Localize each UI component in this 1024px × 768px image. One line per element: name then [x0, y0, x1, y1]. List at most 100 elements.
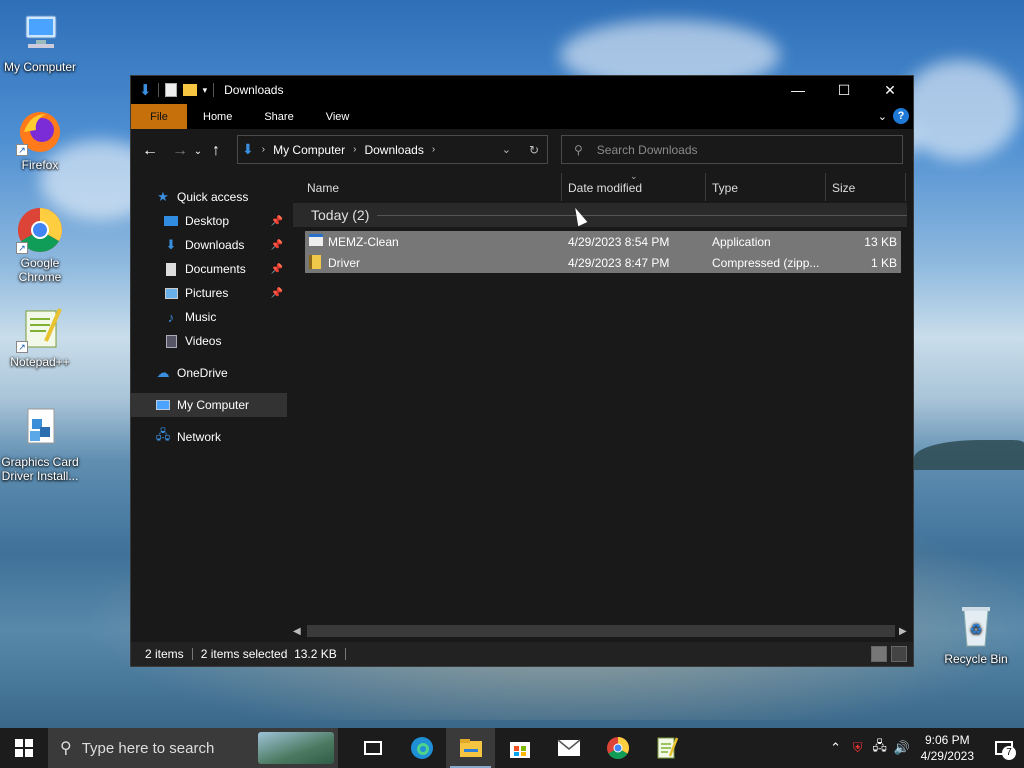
- column-divider[interactable]: [905, 173, 906, 201]
- breadcrumb-my-computer[interactable]: My Computer: [273, 143, 345, 157]
- system-tray: ⌃ ⛨ 🖧 🔊 9:06 PM 4/29/2023 7: [825, 728, 1024, 768]
- taskbar-file-explorer[interactable]: [446, 728, 495, 768]
- nav-item-documents[interactable]: Documents 📌: [131, 257, 287, 281]
- nav-item-onedrive[interactable]: ☁ OneDrive: [131, 361, 287, 385]
- tab-view[interactable]: View: [310, 104, 366, 129]
- notification-count-badge: 7: [1002, 746, 1016, 760]
- file-explorer-icon: [459, 739, 482, 757]
- taskbar-notepadpp[interactable]: [642, 728, 691, 768]
- nav-item-desktop[interactable]: Desktop 📌: [131, 209, 287, 233]
- desktop-icon-chrome[interactable]: ↗ Google Chrome: [0, 206, 80, 284]
- large-icons-view-button[interactable]: [891, 646, 907, 662]
- details-view-button[interactable]: [871, 646, 887, 662]
- breadcrumb-downloads[interactable]: Downloads: [364, 143, 423, 157]
- maximize-button[interactable]: ☐: [821, 76, 867, 104]
- search-box[interactable]: ⚲ Search Downloads: [561, 135, 903, 164]
- column-header-name[interactable]: Name: [307, 181, 339, 195]
- file-size: 13 KB: [864, 235, 897, 249]
- edge-icon: [410, 737, 433, 759]
- column-header-type[interactable]: Type: [712, 181, 738, 195]
- desktop-icon-notepadpp[interactable]: ↗ Notepad++: [0, 305, 80, 369]
- nav-item-quick-access[interactable]: ★ Quick access: [131, 185, 287, 209]
- computer-icon: [16, 10, 64, 58]
- nav-item-label: OneDrive: [177, 366, 228, 380]
- desktop-icon-firefox[interactable]: ↗ Firefox: [0, 108, 80, 172]
- desktop-icon-my-computer[interactable]: My Computer: [0, 10, 80, 74]
- chevron-right-icon[interactable]: ›: [432, 144, 435, 155]
- nav-item-music[interactable]: ♪ Music: [131, 305, 287, 329]
- forward-button[interactable]: →: [169, 142, 191, 160]
- nav-item-label: Network: [177, 430, 222, 444]
- expand-ribbon-icon[interactable]: ⌄: [878, 110, 887, 123]
- pin-icon[interactable]: 📌: [271, 288, 283, 299]
- taskbar-store[interactable]: [495, 728, 544, 768]
- pin-icon[interactable]: 📌: [271, 216, 283, 227]
- minimize-button[interactable]: —: [775, 76, 821, 104]
- clock-date: 4/29/2023: [920, 749, 974, 763]
- column-header-size[interactable]: Size: [832, 181, 855, 195]
- properties-icon[interactable]: [164, 83, 177, 97]
- taskbar-edge[interactable]: [397, 728, 446, 768]
- nav-item-my-computer[interactable]: My Computer: [131, 393, 287, 417]
- recent-locations-button[interactable]: ⌄: [191, 146, 205, 157]
- show-hidden-icons-icon[interactable]: ⌃: [825, 740, 847, 756]
- tab-home[interactable]: Home: [187, 104, 248, 129]
- customize-toolbar-icon[interactable]: ▾: [203, 85, 208, 96]
- nav-item-pictures[interactable]: Pictures 📌: [131, 281, 287, 305]
- column-divider[interactable]: [825, 173, 826, 201]
- taskbar: ⚲ Type here to search ⌃ ⛨ 🖧 🔊 9:06 PM 4/…: [0, 728, 1024, 768]
- address-dropdown-icon[interactable]: ⌄: [502, 143, 511, 156]
- nav-item-videos[interactable]: Videos: [131, 329, 287, 353]
- pin-icon[interactable]: 📌: [271, 240, 283, 251]
- pin-icon[interactable]: 📌: [271, 264, 283, 275]
- taskbar-chrome[interactable]: [593, 728, 642, 768]
- store-icon: [509, 742, 530, 758]
- nav-item-network[interactable]: 🖧 Network: [131, 425, 287, 449]
- desktop-icon-label: My Computer: [3, 60, 77, 74]
- scroll-left-icon[interactable]: ◀: [293, 626, 303, 637]
- refresh-icon[interactable]: ↻: [529, 143, 539, 157]
- desktop-icon-recycle-bin[interactable]: ♻ Recycle Bin: [936, 602, 1016, 666]
- clock[interactable]: 9:06 PM 4/29/2023: [921, 732, 974, 764]
- nav-item-downloads[interactable]: ⬇ Downloads 📌: [131, 233, 287, 257]
- start-button[interactable]: [0, 728, 48, 768]
- navigation-pane: ★ Quick access Desktop 📌 ⬇ Downloads 📌 D…: [131, 173, 287, 642]
- group-header-today[interactable]: Today (2): [293, 203, 907, 227]
- scroll-right-icon[interactable]: ▶: [899, 626, 909, 637]
- chevron-right-icon[interactable]: ›: [353, 144, 356, 155]
- file-row[interactable]: Driver 4/29/2023 8:47 PM Compressed (zip…: [305, 252, 901, 273]
- column-divider[interactable]: [561, 173, 562, 201]
- svg-text:♻: ♻: [970, 621, 983, 637]
- firefox-icon: ↗: [16, 108, 64, 156]
- action-center-button[interactable]: 7: [984, 728, 1024, 768]
- new-folder-icon[interactable]: [182, 84, 197, 96]
- scroll-track[interactable]: [307, 625, 895, 637]
- search-input[interactable]: Search Downloads: [597, 143, 698, 157]
- back-button[interactable]: ←: [139, 142, 161, 160]
- taskbar-search-box[interactable]: ⚲ Type here to search: [48, 728, 338, 768]
- close-button[interactable]: ✕: [867, 76, 913, 104]
- task-view-icon: [363, 741, 382, 755]
- explorer-body: ★ Quick access Desktop 📌 ⬇ Downloads 📌 D…: [131, 171, 913, 642]
- nav-item-label: Downloads: [185, 238, 245, 252]
- volume-icon[interactable]: 🔊: [891, 740, 913, 756]
- desktop-icon-graphics-driver[interactable]: Graphics Card Driver Install...: [0, 405, 80, 483]
- network-icon[interactable]: 🖧: [869, 737, 891, 759]
- help-button[interactable]: ?: [893, 108, 909, 124]
- up-button[interactable]: ↑: [205, 142, 227, 160]
- horizontal-scrollbar[interactable]: ◀ ▶: [293, 624, 909, 638]
- file-row[interactable]: MEMZ-Clean 4/29/2023 8:54 PM Application…: [305, 231, 901, 252]
- column-divider[interactable]: [705, 173, 706, 201]
- taskbar-mail[interactable]: [544, 728, 593, 768]
- divider: [344, 648, 346, 660]
- task-view-button[interactable]: [348, 728, 397, 768]
- chevron-right-icon[interactable]: ›: [262, 144, 265, 155]
- taskbar-search-input[interactable]: Type here to search: [82, 740, 215, 757]
- clock-time: 9:06 PM: [924, 733, 970, 747]
- address-bar[interactable]: ⬇ › My Computer › Downloads › ⌄ ↻: [237, 135, 548, 164]
- desktop-icon-label: Google Chrome: [18, 256, 62, 284]
- security-alert-icon[interactable]: ⛨: [847, 740, 869, 756]
- column-header-date-modified[interactable]: Date modified: [568, 181, 642, 195]
- tab-file[interactable]: File: [131, 104, 187, 129]
- tab-share[interactable]: Share: [248, 104, 309, 129]
